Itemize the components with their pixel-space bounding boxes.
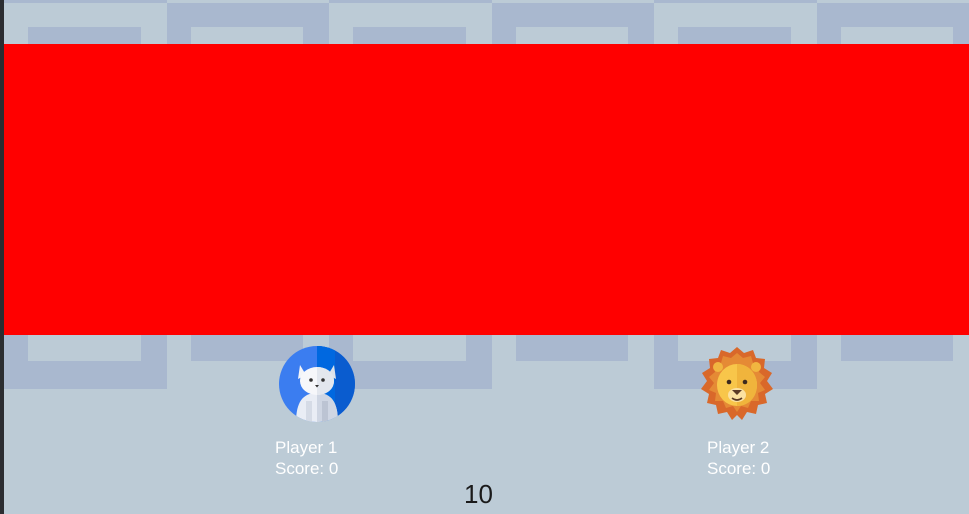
player-1-score: Score: 0 bbox=[275, 459, 339, 478]
red-banner bbox=[4, 44, 969, 335]
countdown-timer: 10 bbox=[464, 479, 493, 509]
cat-avatar-icon bbox=[279, 346, 355, 422]
player-1-name: Player 1 bbox=[275, 438, 338, 457]
lion-avatar-icon bbox=[701, 347, 773, 420]
game-board: Player 1 Score: 0 Player 2 Score: 0 10 bbox=[4, 0, 969, 514]
player-2-score: Score: 0 bbox=[707, 459, 771, 478]
player-2-avatar bbox=[698, 345, 776, 423]
player-2-name: Player 2 bbox=[707, 438, 770, 457]
player-1-avatar bbox=[278, 345, 356, 423]
